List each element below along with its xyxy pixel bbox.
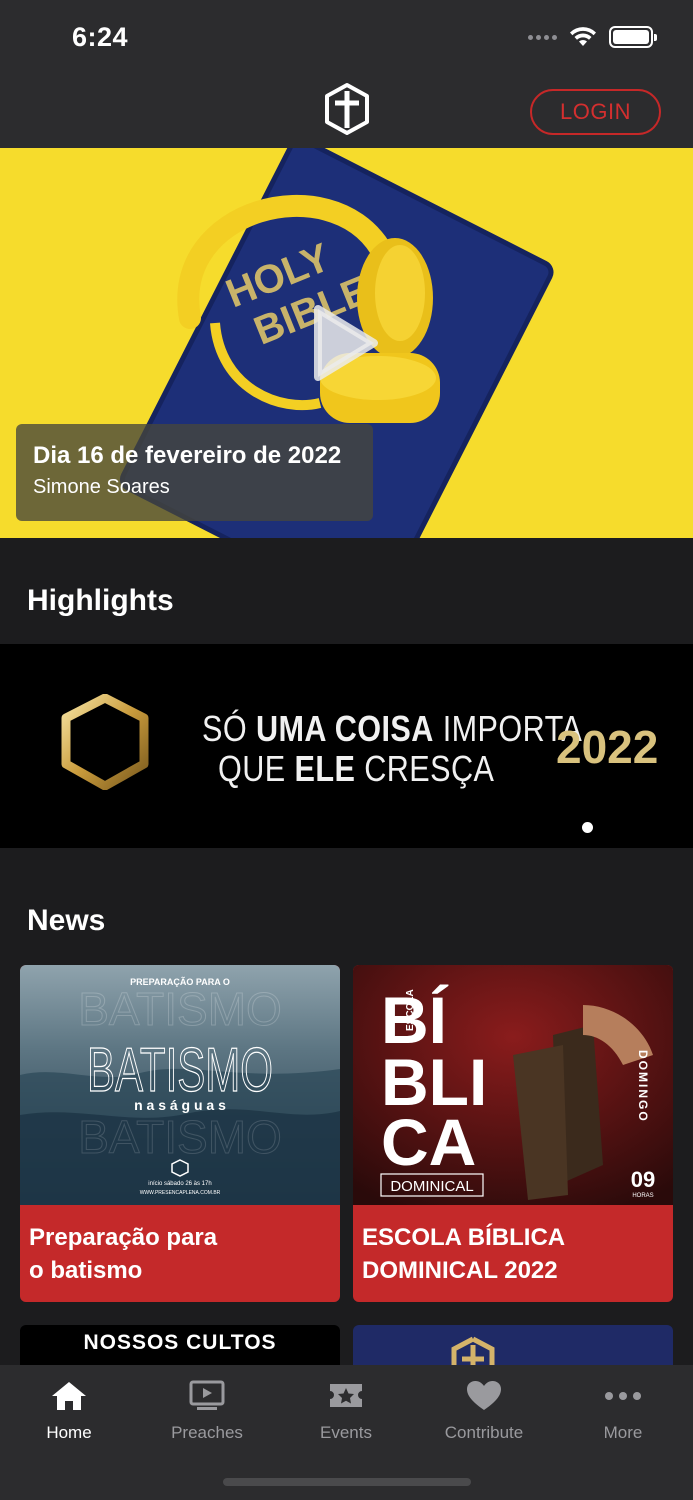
tab-label: Events <box>320 1423 372 1442</box>
svg-text:CA: CA <box>381 1105 476 1179</box>
home-icon <box>52 1382 86 1410</box>
tab-home[interactable]: Home <box>0 1365 138 1455</box>
news-card-title: Preparação para o batismo <box>29 1224 218 1284</box>
hero-title: Dia 16 de fevereiro de 2022 <box>33 442 342 469</box>
ellipsis-icon <box>605 1392 641 1400</box>
home-indicator[interactable] <box>223 1478 471 1486</box>
svg-text:WWW.PRESENCAPLENA.COM.BR: WWW.PRESENCAPLENA.COM.BR <box>140 1190 221 1196</box>
app-header: LOGIN <box>0 78 693 148</box>
news-card-image-text: NOSSOS CULTOS <box>83 1331 277 1354</box>
church-logo-icon <box>61 694 149 790</box>
tab-label: More <box>603 1423 643 1442</box>
featured-preach-hero[interactable]: HOLY BIBLE Dia 16 de fevereiro de 2022 S… <box>0 148 693 538</box>
svg-text:DOMINICAL: DOMINICAL <box>390 1178 473 1195</box>
highlights-banner[interactable]: SÓ UMA COISA IMPORTA QUE ELE CRESÇA 2022 <box>0 644 693 848</box>
news-card[interactable]: ESCOLA BÍ BLI CA DOMINICAL DOMINGO 09 HO… <box>353 965 673 1302</box>
svg-text:início sábado 26 às 17h: início sábado 26 às 17h <box>148 1181 211 1187</box>
banner-year: 2022 <box>556 721 659 773</box>
svg-text:BATISMO: BATISMO <box>87 1036 273 1105</box>
tab-label: Contribute <box>444 1423 524 1442</box>
login-button[interactable]: LOGIN <box>530 89 661 135</box>
hero-speaker: Simone Soares <box>33 476 170 498</box>
news-card[interactable]: NOSSOS CULTOS <box>20 1325 340 1370</box>
tab-label: Home <box>46 1423 92 1442</box>
wifi-icon <box>570 27 596 46</box>
status-bar: 6:24 <box>0 0 693 78</box>
news-card-image: PREPARAÇÃO PARA O BATISMO BATISMO n a s … <box>20 965 340 1205</box>
news-card[interactable]: PREPARAÇÃO PARA O BATISMO BATISMO n a s … <box>20 965 340 1302</box>
svg-text:DOMINGO: DOMINGO <box>636 1050 650 1123</box>
status-icons <box>528 26 657 48</box>
tab-contribute[interactable]: Contribute <box>415 1365 553 1455</box>
highlights-heading: Highlights <box>27 584 174 617</box>
news-card-image: ESCOLA BÍ BLI CA DOMINICAL DOMINGO 09 HO… <box>353 965 673 1205</box>
hero-caption: Dia 16 de fevereiro de 2022 Simone Soare… <box>16 424 373 521</box>
battery-icon <box>609 26 657 48</box>
svg-text:BATISMO: BATISMO <box>78 983 282 1035</box>
carousel-page-indicator[interactable] <box>582 822 593 833</box>
banner-line-2: QUE ELE CRESÇA <box>218 748 495 789</box>
tab-events[interactable]: Events <box>277 1365 415 1455</box>
tab-more[interactable]: More <box>554 1365 692 1455</box>
heart-icon <box>467 1381 501 1410</box>
play-icon[interactable] <box>310 303 380 383</box>
svg-text:BATISMO: BATISMO <box>78 1111 282 1163</box>
tab-preaches[interactable]: Preaches <box>138 1365 276 1455</box>
news-card-title: ESCOLA BÍBLICA DOMINICAL 2022 <box>362 1224 566 1284</box>
svg-text:09: 09 <box>631 1167 655 1192</box>
cellular-signal-icon <box>528 34 557 40</box>
svg-text:HORAS: HORAS <box>632 1193 653 1199</box>
tab-label: Preaches <box>171 1423 243 1442</box>
banner-line-1: SÓ UMA COISA IMPORTA <box>202 708 583 749</box>
ticket-star-icon <box>330 1384 362 1407</box>
news-heading: News <box>27 904 106 937</box>
tv-play-icon <box>189 1380 225 1410</box>
news-card[interactable] <box>353 1325 673 1370</box>
status-time: 6:24 <box>72 22 129 52</box>
church-logo-icon[interactable] <box>322 82 372 136</box>
